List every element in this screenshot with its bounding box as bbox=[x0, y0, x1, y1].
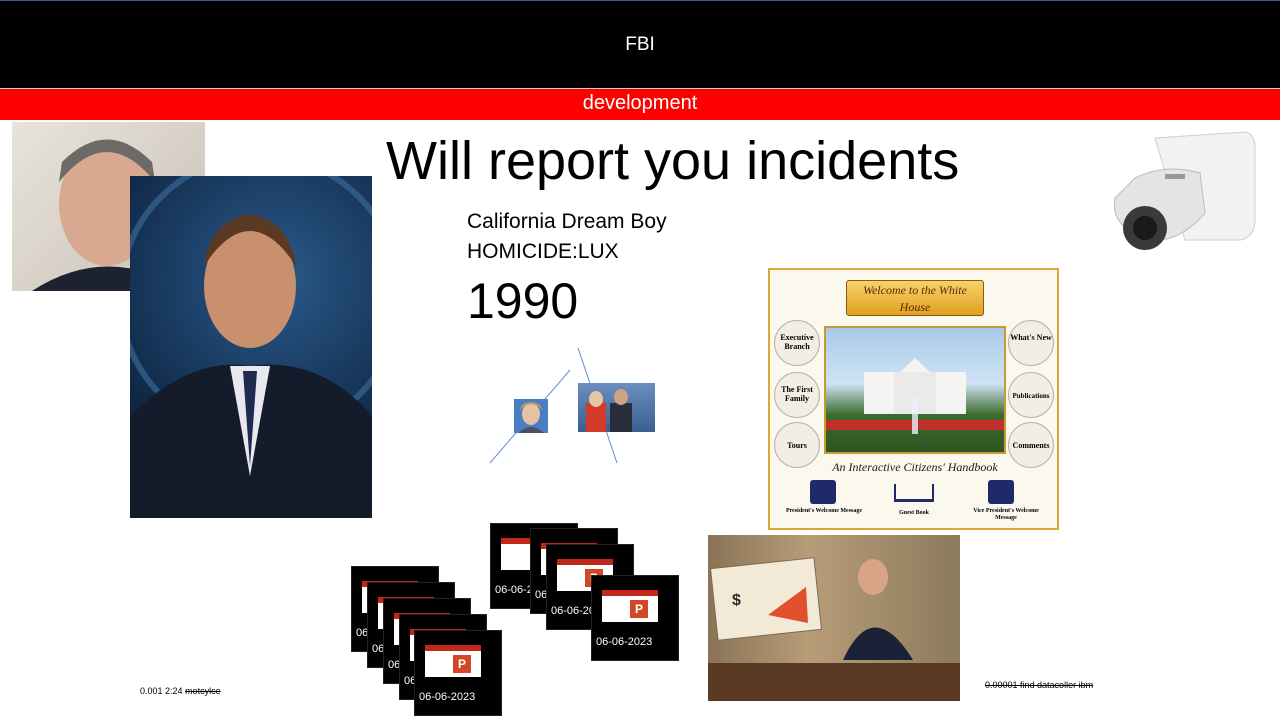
small-photo-meeting bbox=[578, 383, 655, 432]
powerpoint-icon: P bbox=[453, 655, 471, 673]
thumbnail-card[interactable]: P 06-06-2023 bbox=[414, 630, 502, 716]
thumbnail-date: 06-06-2 bbox=[495, 584, 533, 596]
subtitle-homicide: HOMICIDE:LUX bbox=[467, 240, 619, 263]
seal-whats-new[interactable]: What's New bbox=[1008, 320, 1054, 366]
podium-icon-left bbox=[810, 480, 836, 504]
desk-presentation-photo: $ bbox=[708, 535, 960, 701]
header-title: FBI bbox=[625, 34, 655, 55]
portrait-photo-2 bbox=[130, 176, 372, 518]
link-vp-welcome[interactable]: Vice President's Welcome Message bbox=[966, 508, 1046, 522]
svg-text:$: $ bbox=[732, 592, 741, 609]
year-label: 1990 bbox=[467, 273, 579, 329]
security-camera-icon bbox=[1105, 128, 1257, 263]
footnote-right: 0.00001 find datacoller ibm bbox=[985, 680, 1094, 690]
seal-executive-branch[interactable]: Executive Branch bbox=[774, 320, 820, 366]
thumbnail-card[interactable]: P 06-06-2023 bbox=[591, 575, 679, 661]
seal-publications[interactable]: Publications bbox=[1008, 372, 1054, 418]
whitehouse-photo bbox=[824, 326, 1006, 454]
podium-icon-right bbox=[988, 480, 1014, 504]
powerpoint-icon: P bbox=[630, 600, 648, 618]
whitehouse-banner: Welcome to the White House bbox=[846, 280, 984, 316]
headline: Will report you incidents bbox=[386, 131, 960, 191]
whitehouse-caption: An Interactive Citizens' Handbook bbox=[832, 460, 998, 474]
link-presidents-welcome[interactable]: President's Welcome Message bbox=[784, 508, 864, 515]
footnote-left: 0.001 2:24 motcylce bbox=[140, 686, 221, 696]
link-guest-book[interactable]: Guest Book bbox=[874, 510, 954, 516]
footnote-left-values: 0.001 2:24 bbox=[140, 686, 183, 696]
banner-text: development bbox=[582, 92, 698, 114]
portrait-2-figure bbox=[130, 176, 372, 518]
book-icon bbox=[894, 484, 934, 502]
whitehouse-panel: Welcome to the White House Executive Bra… bbox=[768, 268, 1059, 530]
seal-first-family[interactable]: The First Family bbox=[774, 372, 820, 418]
subtitle-california: California Dream Boy bbox=[467, 210, 667, 233]
small-photo-woman bbox=[514, 399, 548, 433]
thumbnail-date: 06-06-2023 bbox=[419, 691, 476, 703]
footnote-left-struck: motcylce bbox=[185, 686, 221, 696]
thumbnail-date: 06-06-2023 bbox=[596, 636, 653, 648]
